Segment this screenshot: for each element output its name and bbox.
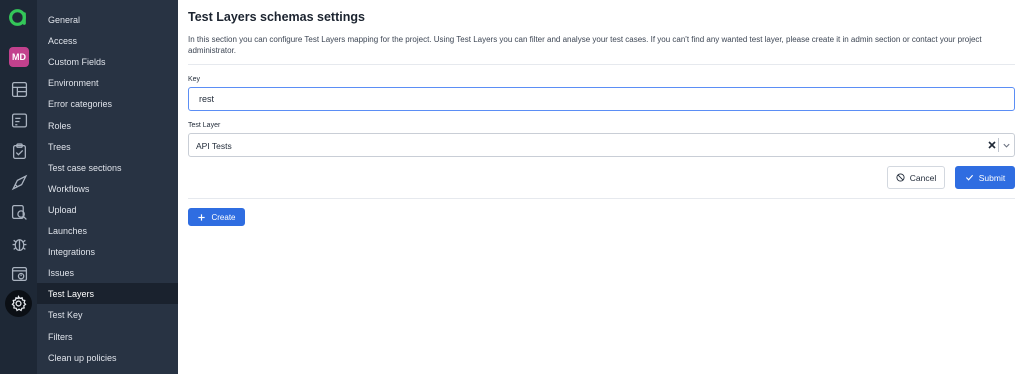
sidebar-item-error-categories[interactable]: Error categories [37, 93, 178, 114]
test-cases-icon[interactable] [9, 110, 29, 130]
test-layer-selected-value: API Tests [196, 141, 232, 151]
icon-rail: MD [0, 0, 37, 374]
settings-sidebar: General Access Custom Fields Environment… [37, 0, 178, 374]
sidebar-item-filters[interactable]: Filters [37, 326, 178, 347]
page-title: Test Layers schemas settings [188, 10, 365, 24]
check-icon [965, 174, 973, 181]
sidebar-item-general[interactable]: General [37, 9, 178, 30]
key-label: Key [188, 76, 201, 83]
test-plans-icon[interactable] [9, 141, 29, 161]
sidebar-item-upload[interactable]: Upload [37, 199, 178, 220]
sidebar-item-roles[interactable]: Roles [37, 115, 178, 136]
clear-icon[interactable] [987, 140, 997, 150]
sidebar-item-integrations[interactable]: Integrations [37, 241, 178, 262]
chevron-down-icon[interactable] [1002, 141, 1011, 150]
sidebar-item-clean-up-policies[interactable]: Clean up policies [37, 347, 178, 368]
sidebar-item-issues[interactable]: Issues [37, 262, 178, 283]
logo-icon[interactable] [8, 7, 29, 28]
key-input[interactable] [188, 87, 1015, 111]
cancel-icon [896, 173, 905, 182]
sidebar-item-test-case-sections[interactable]: Test case sections [37, 157, 178, 178]
sidebar-item-workflows[interactable]: Workflows [37, 178, 178, 199]
cancel-label: Cancel [909, 172, 937, 183]
sidebar-item-trees[interactable]: Trees [37, 136, 178, 157]
select-separator [998, 138, 999, 152]
main-content: Test Layers schemas settings In this sec… [178, 0, 1024, 374]
test-layer-select[interactable]: API Tests [188, 133, 1015, 157]
divider [188, 64, 1015, 65]
jobs-icon[interactable] [9, 263, 29, 283]
launches-icon[interactable] [9, 172, 29, 192]
sidebar-item-launches[interactable]: Launches [37, 220, 178, 241]
sidebar-item-test-layers[interactable]: Test Layers [37, 283, 178, 304]
avatar[interactable]: MD [9, 47, 29, 67]
search-icon[interactable] [9, 202, 29, 222]
sidebar-item-environment[interactable]: Environment [37, 72, 178, 93]
submit-label: Submit [978, 172, 1006, 183]
create-button[interactable]: Create [188, 208, 245, 226]
dashboard-icon[interactable] [9, 79, 29, 99]
defects-icon[interactable] [9, 233, 29, 253]
sidebar-item-custom-fields[interactable]: Custom Fields [37, 51, 178, 72]
test-layer-label: Test Layer [188, 122, 221, 129]
page-description: In this section you can configure Test L… [188, 35, 982, 55]
divider [188, 198, 1015, 199]
cancel-button[interactable]: Cancel [887, 166, 945, 189]
create-label: Create [211, 212, 236, 222]
submit-button[interactable]: Submit [955, 166, 1015, 189]
plus-icon [198, 213, 206, 221]
sidebar-item-test-key[interactable]: Test Key [37, 304, 178, 325]
settings-icon[interactable] [5, 290, 32, 317]
sidebar-item-access[interactable]: Access [37, 30, 178, 51]
